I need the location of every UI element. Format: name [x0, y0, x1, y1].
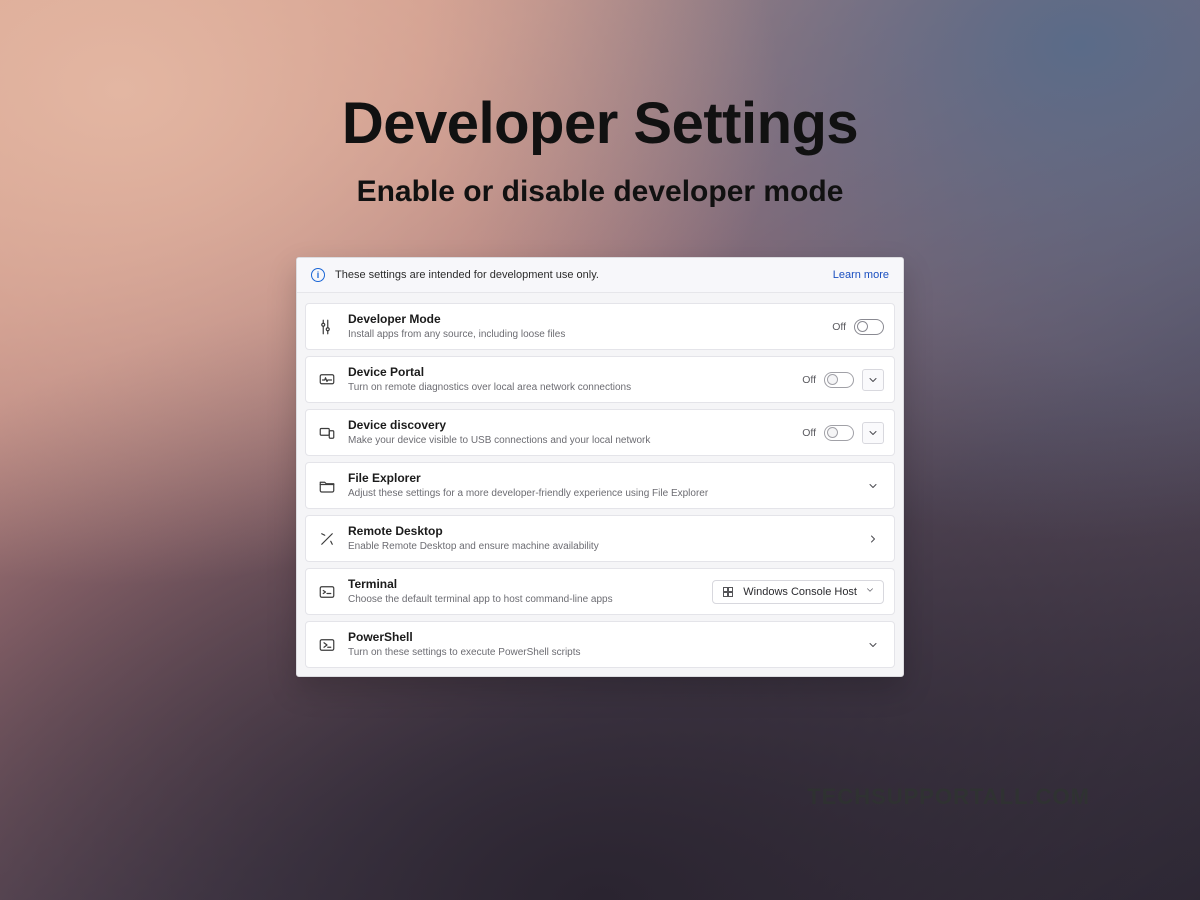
terminal-select[interactable]: Windows Console Host [712, 580, 884, 604]
watermark: TECHSUPPORTALL.COM [807, 784, 1090, 810]
row-description: Choose the default terminal app to host … [348, 593, 702, 606]
row-title: Device Portal [348, 365, 792, 380]
row-description: Adjust these settings for a more develop… [348, 487, 852, 500]
device-discovery-toggle[interactable] [824, 425, 854, 441]
page-subtitle: Enable or disable developer mode [0, 175, 1200, 209]
row-device-discovery: Device discovery Make your device visibl… [305, 409, 895, 456]
expand-button[interactable] [862, 369, 884, 391]
row-title: Remote Desktop [348, 524, 852, 539]
chevron-down-icon [865, 585, 875, 598]
expand-button[interactable] [862, 634, 884, 656]
row-description: Install apps from any source, including … [348, 328, 822, 341]
monitor-heart-icon [316, 369, 338, 391]
remote-icon [316, 528, 338, 550]
row-remote-desktop: Remote Desktop Enable Remote Desktop and… [305, 515, 895, 562]
toggle-label: Off [802, 374, 816, 386]
info-text: These settings are intended for developm… [335, 269, 599, 281]
devices-icon [316, 422, 338, 444]
learn-more-link[interactable]: Learn more [833, 269, 889, 281]
row-device-portal: Device Portal Turn on remote diagnostics… [305, 356, 895, 403]
row-description: Turn on remote diagnostics over local ar… [348, 381, 792, 394]
toggle-label: Off [832, 321, 846, 333]
row-developer-mode: Developer Mode Install apps from any sou… [305, 303, 895, 350]
row-description: Enable Remote Desktop and ensure machine… [348, 540, 852, 553]
developer-mode-toggle[interactable] [854, 319, 884, 335]
row-title: Terminal [348, 577, 702, 592]
page-title: Developer Settings [0, 90, 1200, 157]
expand-button[interactable] [862, 475, 884, 497]
terminal-select-value: Windows Console Host [743, 586, 857, 598]
row-description: Turn on these settings to execute PowerS… [348, 646, 852, 659]
powershell-icon [316, 634, 338, 656]
toggle-label: Off [802, 427, 816, 439]
tools-icon [316, 316, 338, 338]
row-powershell: PowerShell Turn on these settings to exe… [305, 621, 895, 668]
windows-icon [721, 585, 735, 599]
info-bar: i These settings are intended for develo… [297, 258, 903, 293]
row-terminal: Terminal Choose the default terminal app… [305, 568, 895, 615]
terminal-icon [316, 581, 338, 603]
info-icon: i [311, 268, 325, 282]
navigate-button[interactable] [862, 528, 884, 550]
row-title: File Explorer [348, 471, 852, 486]
folder-icon [316, 475, 338, 497]
row-title: Device discovery [348, 418, 792, 433]
row-title: PowerShell [348, 630, 852, 645]
expand-button[interactable] [862, 422, 884, 444]
row-description: Make your device visible to USB connecti… [348, 434, 792, 447]
settings-panel: i These settings are intended for develo… [296, 257, 904, 677]
row-title: Developer Mode [348, 312, 822, 327]
row-file-explorer: File Explorer Adjust these settings for … [305, 462, 895, 509]
device-portal-toggle[interactable] [824, 372, 854, 388]
